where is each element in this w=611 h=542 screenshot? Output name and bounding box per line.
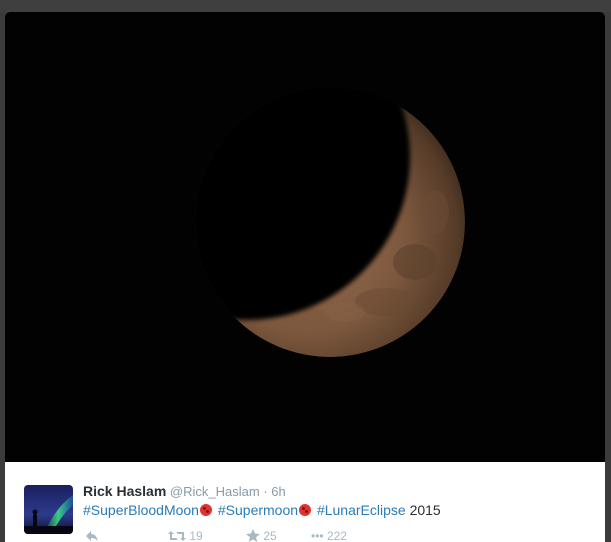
retweet-icon bbox=[168, 531, 186, 541]
hashtag-lunareclipse[interactable]: #LunarEclipse bbox=[317, 502, 406, 518]
backdrop-overlay[interactable] bbox=[0, 0, 611, 12]
reply-button[interactable] bbox=[85, 529, 99, 542]
lunar-eclipse-photo[interactable] bbox=[5, 12, 605, 462]
favorite-count: 25 bbox=[263, 529, 277, 542]
more-button[interactable]: ••• 222 bbox=[311, 529, 347, 542]
tweet-header: Rick Haslam @Rick_Haslam · 6h bbox=[83, 483, 286, 499]
tweet-year: 2015 bbox=[409, 502, 441, 518]
tweet-media-card: Rick Haslam @Rick_Haslam · 6h #SuperBloo… bbox=[5, 12, 605, 542]
retweet-count: 19 bbox=[189, 529, 203, 542]
tweet-details: Rick Haslam @Rick_Haslam · 6h #SuperBloo… bbox=[5, 462, 605, 542]
more-count: 222 bbox=[326, 529, 347, 542]
meta-separator: · bbox=[263, 484, 268, 499]
aurora-avatar-image bbox=[24, 485, 73, 534]
tweet-actions: 19 25 ••• 222 bbox=[83, 529, 483, 542]
favorite-button[interactable]: 25 bbox=[246, 529, 277, 542]
hashtag-superbloodmoon[interactable]: #SuperBloodMoon bbox=[83, 502, 199, 518]
moon-image bbox=[5, 12, 605, 462]
author-name[interactable]: Rick Haslam bbox=[83, 483, 166, 499]
blood-moon-emoji-icon bbox=[299, 504, 312, 516]
retweet-button[interactable]: 19 bbox=[168, 529, 203, 542]
avatar[interactable] bbox=[24, 485, 73, 534]
favorite-icon bbox=[246, 529, 260, 542]
reply-icon bbox=[86, 531, 98, 541]
tweet-text: #SuperBloodMoon #Supermoon #LunarEclipse… bbox=[83, 502, 441, 518]
hashtag-supermoon[interactable]: #Supermoon bbox=[218, 502, 298, 518]
more-icon: ••• bbox=[311, 529, 324, 542]
blood-moon-emoji-icon bbox=[199, 504, 212, 516]
tweet-timestamp[interactable]: 6h bbox=[271, 484, 285, 499]
author-handle[interactable]: @Rick_Haslam bbox=[170, 484, 260, 499]
